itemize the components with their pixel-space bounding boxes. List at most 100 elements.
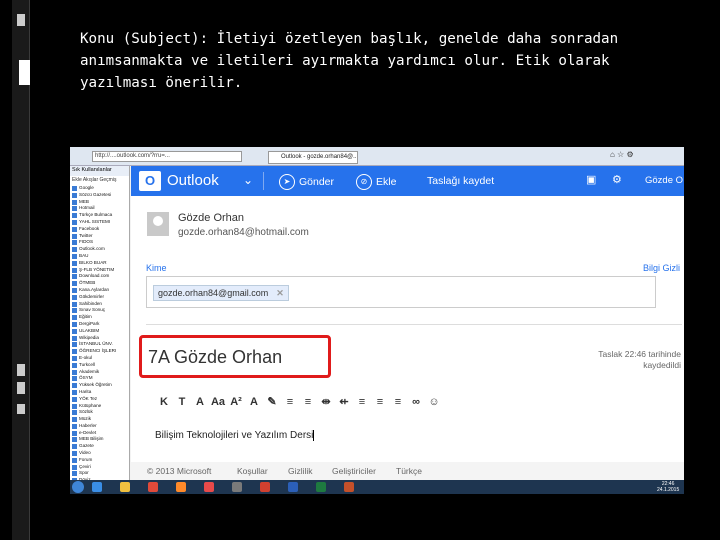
format-button[interactable]: Aa bbox=[209, 396, 227, 408]
format-button[interactable]: ≡ bbox=[371, 396, 389, 408]
favorite-item[interactable]: Harita bbox=[70, 389, 129, 396]
media-icon[interactable] bbox=[204, 482, 214, 492]
outlook-screenshot: http://....outlook.com/?rru=... Outlook … bbox=[70, 147, 684, 494]
favorite-item[interactable]: e-Devlet bbox=[70, 430, 129, 437]
favorite-item[interactable]: ÖTMEB bbox=[70, 280, 129, 287]
favorite-item[interactable]: YAHL SISTEMI bbox=[70, 219, 129, 226]
favorite-item[interactable]: FIDOS bbox=[70, 239, 129, 246]
slide-mark bbox=[17, 14, 25, 26]
favorite-item[interactable]: Twitter bbox=[70, 233, 129, 240]
draft-status-line: Taslak 22:46 tarihinde bbox=[598, 349, 681, 359]
favorite-item[interactable]: Çeviri bbox=[70, 464, 129, 471]
favorite-item[interactable]: Müzik bbox=[70, 416, 129, 423]
favorite-item[interactable]: Kütüphane bbox=[70, 403, 129, 410]
ie-icon[interactable] bbox=[92, 482, 102, 492]
favorite-item[interactable]: BAU bbox=[70, 253, 129, 260]
taskbar-clock[interactable]: 22:46 24.1.2015 bbox=[657, 481, 679, 493]
favorite-item[interactable]: MEB bbox=[70, 199, 129, 206]
send-button[interactable]: ➤ Gönder bbox=[279, 174, 334, 190]
favorite-item[interactable]: Sahibinden bbox=[70, 301, 129, 308]
excel-icon[interactable] bbox=[316, 482, 326, 492]
user-name[interactable]: Gözde O bbox=[645, 175, 683, 186]
browser-tab[interactable]: Outlook - gozde.orhan84@... bbox=[268, 151, 358, 164]
folder-icon[interactable] bbox=[120, 482, 130, 492]
powerpoint-icon[interactable] bbox=[344, 482, 354, 492]
format-button[interactable]: A bbox=[245, 396, 263, 408]
chevron-down-icon[interactable]: ⌄ bbox=[243, 173, 253, 187]
app-icon[interactable] bbox=[232, 482, 242, 492]
favorite-item[interactable]: İSTANBUL ÜNV. bbox=[70, 341, 129, 348]
attach-button[interactable]: ⊘ Ekle bbox=[356, 174, 396, 190]
favorite-item[interactable]: Wikipedia bbox=[70, 335, 129, 342]
favorite-item[interactable]: Hotmail bbox=[70, 205, 129, 212]
firefox-icon[interactable] bbox=[176, 482, 186, 492]
outlook-compose: O Outlook ⌄ ➤ Gönder ⊘ Ekle Taslağı kaydet… bbox=[131, 166, 684, 462]
favorite-item[interactable]: Eğitim bbox=[70, 314, 129, 321]
format-button[interactable]: A² bbox=[227, 396, 245, 408]
to-field[interactable]: gozde.orhan84@gmail.com ✕ bbox=[146, 276, 656, 308]
chrome-icon[interactable] bbox=[148, 482, 158, 492]
format-button[interactable]: ≡ bbox=[353, 396, 371, 408]
close-icon[interactable]: ✕ bbox=[276, 288, 284, 298]
privacy-link[interactable]: Gizlilik bbox=[288, 466, 313, 476]
favorite-item[interactable]: Google bbox=[70, 185, 129, 192]
favorite-item[interactable]: Akademik bbox=[70, 369, 129, 376]
favorite-item[interactable]: Turkcell bbox=[70, 362, 129, 369]
favorite-item[interactable]: Sözcü Gazetesi bbox=[70, 192, 129, 199]
favorite-item[interactable]: Haberler bbox=[70, 423, 129, 430]
favorite-item[interactable]: ULAKBIM bbox=[70, 328, 129, 335]
favorite-item[interactable]: Facebook bbox=[70, 226, 129, 233]
favorite-item[interactable]: Ş-FLB YÖNETIM bbox=[70, 267, 129, 274]
draft-status-line: kaydedildi bbox=[643, 360, 681, 370]
recipient-chip[interactable]: gozde.orhan84@gmail.com ✕ bbox=[153, 285, 289, 301]
format-button[interactable]: ∞ bbox=[407, 396, 425, 408]
bcc-link[interactable]: Bilgi Gizli bbox=[643, 263, 680, 273]
favorites-tools[interactable]: Ekle Akışlar Geçmiş bbox=[70, 176, 129, 185]
favorite-item[interactable]: Türkçe Bulmaca bbox=[70, 212, 129, 219]
favorite-item[interactable]: Yüksek Öğretim bbox=[70, 382, 129, 389]
to-label[interactable]: Kime bbox=[146, 263, 167, 273]
developers-link[interactable]: Geliştiriciler bbox=[332, 466, 376, 476]
format-button[interactable]: ⇷ bbox=[335, 395, 353, 408]
favorite-item[interactable]: ÖĞRENCI İŞLERI bbox=[70, 348, 129, 355]
favorite-item[interactable]: E-okul bbox=[70, 355, 129, 362]
favorite-item[interactable]: Gökdemirler bbox=[70, 294, 129, 301]
format-button[interactable]: ✎ bbox=[263, 395, 281, 408]
language-link[interactable]: Türkçe bbox=[396, 466, 422, 476]
format-button[interactable]: A bbox=[191, 396, 209, 408]
favorite-item[interactable]: BILKO BUAR bbox=[70, 260, 129, 267]
acrobat-icon[interactable] bbox=[260, 482, 270, 492]
start-button-icon[interactable] bbox=[72, 481, 84, 493]
feedback-icon[interactable]: ▣ bbox=[586, 173, 596, 186]
format-button[interactable]: ≡ bbox=[389, 396, 407, 408]
favorite-item[interactable]: Gazete bbox=[70, 443, 129, 450]
favorite-item[interactable]: Download.com bbox=[70, 273, 129, 280]
favorite-item[interactable]: Sözlük bbox=[70, 409, 129, 416]
format-button[interactable]: ≡ bbox=[281, 396, 299, 408]
format-button[interactable]: K bbox=[155, 396, 173, 408]
address-bar[interactable]: http://....outlook.com/?rru=... bbox=[92, 151, 242, 162]
outlook-brand[interactable]: Outlook bbox=[167, 172, 219, 189]
favorite-item[interactable]: YÖK Tez bbox=[70, 396, 129, 403]
favorite-item[interactable]: Video bbox=[70, 450, 129, 457]
favorite-item[interactable]: MEB Bilişim bbox=[70, 436, 129, 443]
favorite-item[interactable]: Forum bbox=[70, 457, 129, 464]
favorite-item[interactable]: Spor bbox=[70, 470, 129, 477]
format-button[interactable]: T bbox=[173, 396, 191, 408]
gear-icon[interactable]: ⚙ bbox=[612, 173, 622, 186]
favorite-item[interactable]: Kana.Aylardan bbox=[70, 287, 129, 294]
word-icon[interactable] bbox=[288, 482, 298, 492]
terms-link[interactable]: Koşullar bbox=[237, 466, 268, 476]
slide-text-line: Konu (Subject): İletiyi özetleyen başlık… bbox=[80, 31, 619, 47]
favorite-item[interactable]: DergiPark bbox=[70, 321, 129, 328]
subject-field[interactable]: 7A Gözde Orhan bbox=[148, 347, 282, 368]
format-button[interactable]: ≡ bbox=[299, 396, 317, 408]
outlook-logo-icon[interactable]: O bbox=[139, 171, 161, 191]
message-body[interactable]: Bilişim Teknolojileri ve Yazılım Dersi bbox=[155, 430, 315, 441]
favorite-item[interactable]: ÖSYM bbox=[70, 375, 129, 382]
format-button[interactable]: ☺ bbox=[425, 396, 443, 408]
favorite-item[interactable]: Sınav Sonuç bbox=[70, 307, 129, 314]
save-draft-button[interactable]: Taslağı kaydet bbox=[427, 175, 494, 187]
favorite-item[interactable]: Outlook.com bbox=[70, 246, 129, 253]
format-button[interactable]: ⇹ bbox=[317, 395, 335, 408]
